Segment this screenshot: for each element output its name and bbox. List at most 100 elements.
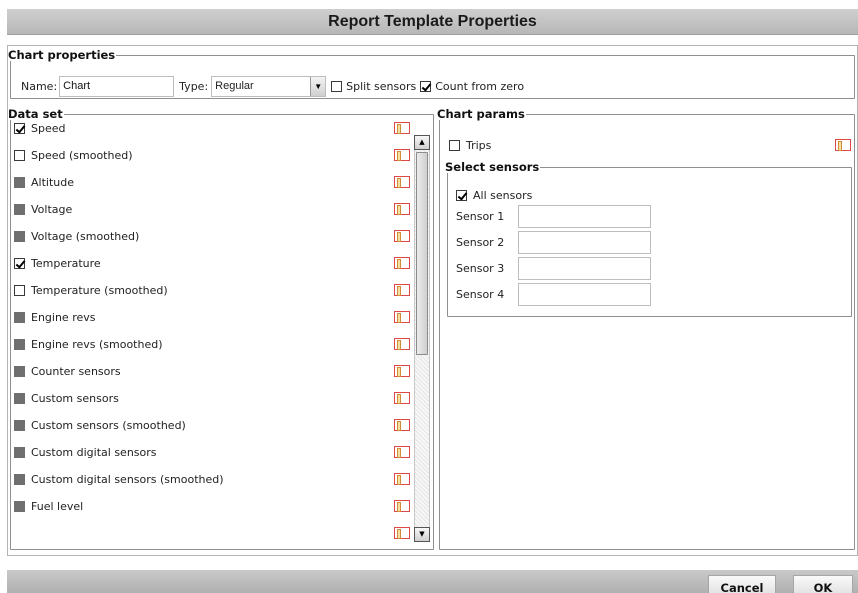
sensor-row: Sensor 4: [456, 283, 651, 306]
color-swatch-icon[interactable]: [394, 446, 410, 458]
color-swatch-icon[interactable]: [394, 392, 410, 404]
data-set-scrollbar[interactable]: ▲ ▼: [414, 135, 430, 542]
color-swatch-icon[interactable]: [394, 473, 410, 485]
data-set-item-label: Temperature: [31, 257, 101, 270]
data-set-checkbox[interactable]: [14, 501, 25, 512]
sensor-input[interactable]: [518, 231, 651, 254]
sensor-label: Sensor 4: [456, 288, 505, 301]
sensor-input[interactable]: [518, 205, 651, 228]
data-set-item[interactable]: Custom sensors: [14, 385, 410, 412]
scrollbar-thumb[interactable]: [416, 152, 428, 355]
all-sensors-label: All sensors: [473, 189, 533, 202]
name-label: Name:: [21, 80, 58, 93]
data-set-item-label: Temperature (smoothed): [31, 284, 168, 297]
data-set-item-label: Engine revs (smoothed): [31, 338, 163, 351]
color-swatch-icon[interactable]: [394, 176, 410, 188]
data-set-item[interactable]: Custom sensors (smoothed): [14, 412, 410, 439]
data-set-checkbox[interactable]: [14, 420, 25, 431]
cancel-button[interactable]: Cancel: [708, 575, 776, 593]
chart-properties-legend: Chart properties: [8, 48, 116, 62]
sensor-label: Sensor 3: [456, 262, 505, 275]
data-set-item-label: Custom sensors: [31, 392, 119, 405]
data-set-item-label: Custom digital sensors (smoothed): [31, 473, 224, 486]
data-set-item-label: Speed: [31, 122, 66, 135]
arrow-down-icon[interactable]: ▼: [414, 527, 430, 542]
color-swatch-icon[interactable]: [394, 230, 410, 242]
data-set-item-label: Altitude: [31, 176, 74, 189]
dialog-title: Report Template Properties: [7, 9, 858, 35]
chevron-down-icon[interactable]: ▼: [310, 77, 326, 96]
color-swatch-icon[interactable]: [394, 257, 410, 269]
color-swatch-icon[interactable]: [394, 338, 410, 350]
data-set-checkbox[interactable]: [14, 285, 25, 296]
data-set-checkbox[interactable]: [14, 312, 25, 323]
sensor-input[interactable]: [518, 257, 651, 280]
data-set-item[interactable]: Altitude: [14, 169, 410, 196]
data-set-item[interactable]: Temperature (smoothed): [14, 277, 410, 304]
data-set-item-label: Custom sensors (smoothed): [31, 419, 186, 432]
chart-params-legend: Chart params: [437, 107, 525, 121]
color-swatch-icon[interactable]: [394, 527, 410, 539]
split-sensors-label: Split sensors: [346, 80, 417, 93]
data-set-checkbox[interactable]: [14, 150, 25, 161]
all-sensors-row: All sensors: [456, 189, 532, 202]
data-set-checkbox[interactable]: [14, 258, 25, 269]
split-sensors-checkbox[interactable]: [331, 81, 343, 92]
arrow-up-icon[interactable]: ▲: [414, 135, 430, 150]
sensor-row: Sensor 1: [456, 205, 651, 228]
data-set-checkbox[interactable]: [14, 447, 25, 458]
data-set-item[interactable]: Custom digital sensors (smoothed): [14, 466, 410, 493]
trips-row: Trips: [449, 139, 491, 152]
type-label: Type:: [179, 80, 209, 93]
data-set-item-label: Fuel level: [31, 500, 84, 513]
type-select-value: Regular: [215, 80, 254, 92]
data-set-checkbox[interactable]: [14, 393, 25, 404]
color-swatch-icon[interactable]: [394, 149, 410, 161]
dialog-body: Chart properties Name: Chart Type: Regul…: [7, 45, 858, 556]
data-set-item-label: Voltage: [31, 203, 73, 216]
color-swatch-icon[interactable]: [394, 500, 410, 512]
color-swatch-icon[interactable]: [394, 365, 410, 377]
data-set-item-label: Custom digital sensors: [31, 446, 157, 459]
color-swatch-icon[interactable]: [394, 122, 410, 134]
select-sensors-legend: Select sensors: [445, 160, 540, 174]
data-set-item-label: Voltage (smoothed): [31, 230, 140, 243]
data-set-item[interactable]: Counter sensors: [14, 358, 410, 385]
data-set-checkbox[interactable]: [14, 231, 25, 242]
data-set-checkbox[interactable]: [14, 204, 25, 215]
color-swatch-icon[interactable]: [835, 139, 851, 151]
data-set-item[interactable]: Voltage: [14, 196, 410, 223]
all-sensors-checkbox[interactable]: [456, 190, 467, 201]
count-from-zero-checkbox[interactable]: [420, 81, 432, 92]
data-set-item[interactable]: Fuel level: [14, 493, 410, 520]
data-set-item[interactable]: Engine revs (smoothed): [14, 331, 410, 358]
data-set-item-label: Engine revs: [31, 311, 96, 324]
trips-checkbox[interactable]: [449, 140, 460, 151]
color-swatch-icon[interactable]: [394, 284, 410, 296]
color-swatch-icon[interactable]: [394, 311, 410, 323]
type-select[interactable]: Regular ▼: [211, 76, 327, 97]
data-set-item-label: Counter sensors: [31, 365, 121, 378]
data-set-item[interactable]: Voltage (smoothed): [14, 223, 410, 250]
color-swatch-icon[interactable]: [394, 203, 410, 215]
data-set-item[interactable]: Engine revs: [14, 304, 410, 331]
sensor-row: Sensor 3: [456, 257, 651, 280]
data-set-checkbox[interactable]: [14, 339, 25, 350]
sensor-label: Sensor 1: [456, 210, 505, 223]
data-set-item-label: Speed (smoothed): [31, 149, 133, 162]
ok-button[interactable]: OK: [793, 575, 853, 593]
data-set-list: ▲ ▼ Speed Speed (smoothed) Altitude Voltage…: [10, 115, 434, 548]
color-swatch-icon[interactable]: [394, 419, 410, 431]
name-input[interactable]: Chart: [59, 76, 175, 97]
data-set-checkbox[interactable]: [14, 177, 25, 188]
data-set-item[interactable]: Speed: [14, 115, 410, 142]
data-set-checkbox[interactable]: [14, 474, 25, 485]
chart-properties-row: Name: Chart Type: Regular ▼ Split sensor…: [21, 76, 524, 97]
data-set-item[interactable]: Speed (smoothed): [14, 142, 410, 169]
data-set-item[interactable]: Temperature: [14, 250, 410, 277]
data-set-checkbox[interactable]: [14, 366, 25, 377]
sensor-input[interactable]: [518, 283, 651, 306]
sensor-row: Sensor 2: [456, 231, 651, 254]
data-set-item[interactable]: Custom digital sensors: [14, 439, 410, 466]
data-set-checkbox[interactable]: [14, 123, 25, 134]
